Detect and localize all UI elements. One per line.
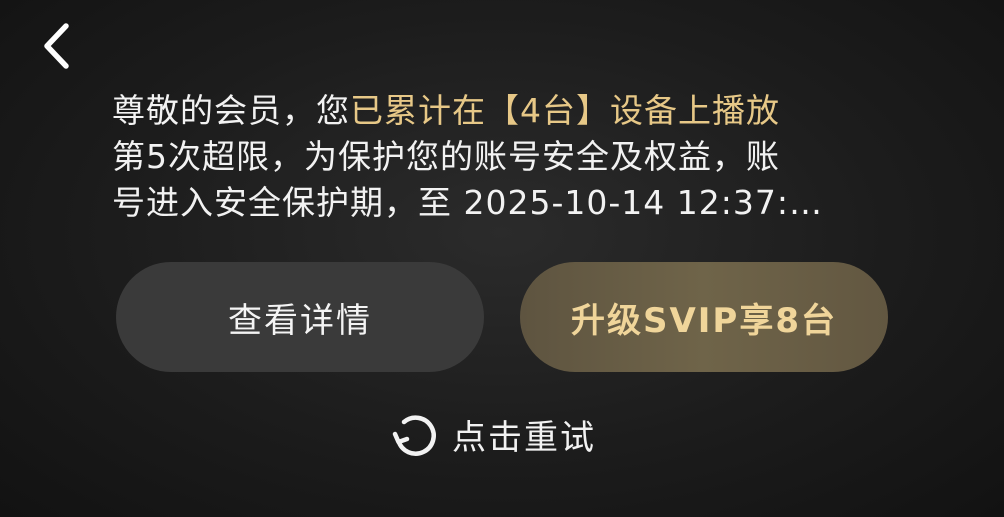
retry-button[interactable]: 点击重试 [388, 404, 596, 464]
upgrade-svip-label: 升级SVIP享8台 [570, 300, 838, 341]
message-line-2: 第5次超限，为保护您的账号安全及权益，账 [112, 137, 780, 176]
message-prefix: 尊敬的会员，您 [112, 91, 350, 130]
chevron-left-icon [44, 23, 69, 69]
view-details-button[interactable]: 查看详情 [116, 262, 484, 372]
refresh-icon [388, 408, 440, 460]
limit-message: 尊敬的会员，您已累计在【4台】设备上播放 第5次超限，为保护您的账号安全及权益，… [112, 88, 902, 226]
message-line-1: 尊敬的会员，您已累计在【4台】设备上播放 [112, 88, 902, 134]
message-highlight: 已累计在【4台】设备上播放 [350, 91, 780, 130]
upgrade-svip-button[interactable]: 升级SVIP享8台 [520, 262, 888, 372]
view-details-label: 查看详情 [228, 300, 372, 341]
retry-label: 点击重试 [452, 417, 596, 458]
message-line-3: 号进入安全保护期，至 2025-10-14 12:37:… [112, 183, 823, 222]
back-button[interactable] [30, 18, 82, 74]
